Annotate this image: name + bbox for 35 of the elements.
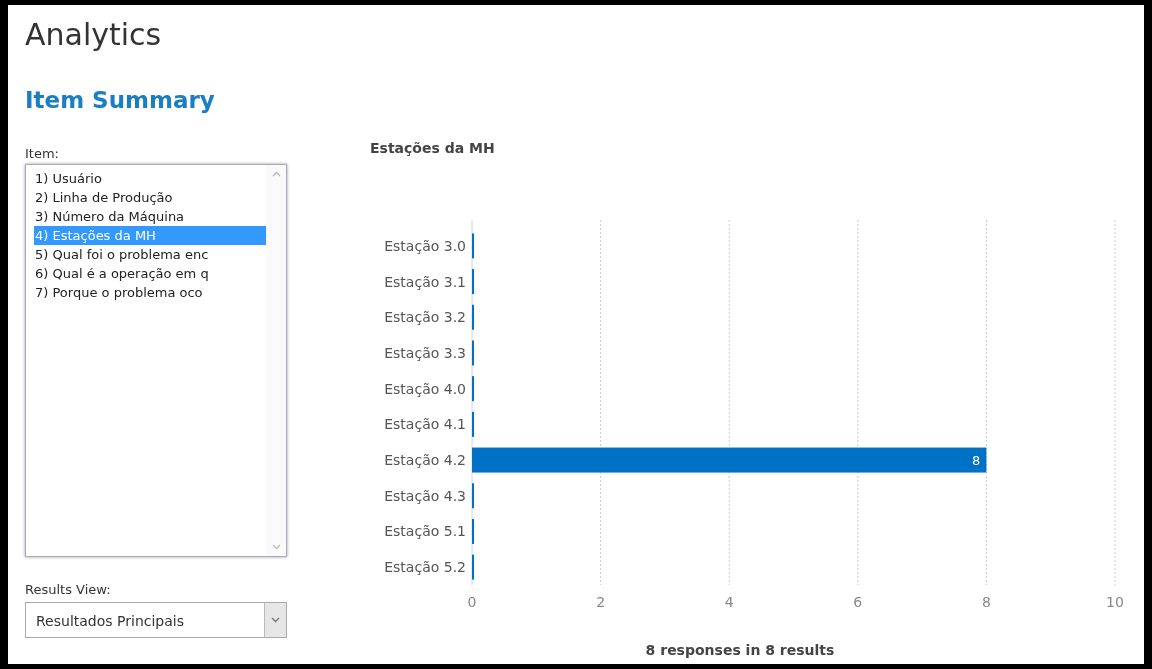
results-view-select[interactable]: Resultados Principais — [25, 602, 287, 638]
axis-tick-label: 0 — [467, 594, 477, 610]
category-label: Estação 3.0 — [384, 237, 466, 254]
summary-text: 8 responses in 8 results — [644, 641, 836, 660]
scroll-down-icon[interactable] — [271, 544, 281, 550]
scroll-up-icon[interactable] — [271, 171, 281, 177]
list-item[interactable]: 1) Usuário — [34, 169, 266, 188]
item-listbox[interactable]: 1) Usuário 2) Linha de Produção 3) Número da Máquina 4) Estações da MH 5) Qual foi o problema enc 6) Qual é a operação em q 7) Porque o problema oco — [25, 164, 287, 557]
axis-tick-label: 8 — [981, 594, 991, 610]
section-title: Item Summary — [25, 86, 216, 115]
category-label: Estação 5.1 — [384, 523, 466, 540]
chart-title: Estações da MH — [370, 139, 496, 158]
scrollbar[interactable] — [266, 165, 286, 556]
item-label: Item: — [25, 146, 60, 162]
data-label: 8 — [972, 453, 981, 469]
category-label: Estação 4.0 — [384, 380, 466, 397]
category-label: Estação 4.1 — [384, 416, 466, 433]
axis-tick-label: 10 — [1106, 594, 1124, 610]
list-item[interactable]: 5) Qual foi o problema enc — [34, 245, 266, 264]
category-label: Estação 5.2 — [384, 559, 466, 576]
axis-tick-label: 6 — [853, 594, 863, 610]
category-label: Estação 3.2 — [384, 309, 466, 326]
category-label: Estação 4.2 — [384, 452, 466, 469]
list-item[interactable]: 3) Número da Máquina — [34, 207, 266, 226]
list-item[interactable]: 6) Qual é a operação em q — [34, 264, 266, 283]
page-title: Analytics — [25, 16, 163, 54]
axis-tick-label: 2 — [596, 594, 606, 610]
category-label: Estação 4.3 — [384, 487, 466, 504]
results-view-label: Results View: — [25, 582, 112, 598]
caret-icon — [271, 617, 280, 623]
category-label: Estação 3.1 — [384, 273, 466, 290]
list-item[interactable]: 7) Porque o problema oco — [34, 283, 266, 302]
axis-tick-label: 4 — [724, 594, 734, 610]
category-label: Estação 3.3 — [384, 344, 466, 361]
list-item[interactable]: 2) Linha de Produção — [34, 188, 266, 207]
